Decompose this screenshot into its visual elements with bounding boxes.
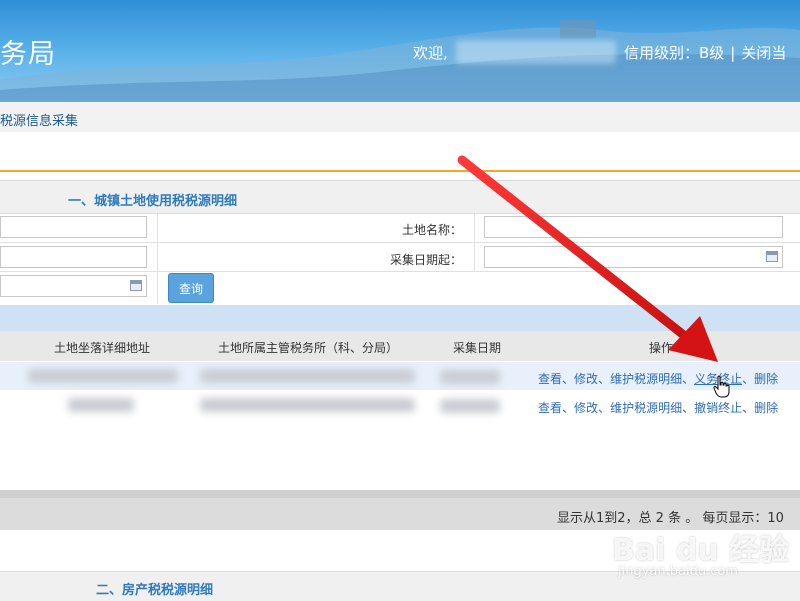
divider bbox=[0, 271, 800, 272]
site-title: 务局 bbox=[0, 39, 56, 70]
land-name-input[interactable] bbox=[484, 216, 783, 238]
maintain-detail-link[interactable]: 维护税源明细 bbox=[610, 401, 682, 415]
breadcrumb-bar: 税源信息采集 bbox=[0, 102, 800, 132]
divider bbox=[157, 212, 158, 304]
close-link[interactable]: 关闭当 bbox=[741, 44, 786, 62]
view-link[interactable]: 查看 bbox=[538, 401, 562, 415]
user-status: 信用级别：B级 | 关闭当 bbox=[624, 42, 786, 63]
collect-date-start-label: 采集日期起： bbox=[389, 253, 462, 267]
land-address-input[interactable] bbox=[0, 216, 147, 238]
redacted-cell bbox=[440, 399, 500, 413]
column-header-operations: 操作 bbox=[649, 341, 674, 355]
redacted-cell bbox=[68, 398, 134, 412]
section-title: 一、城镇土地使用税税源明细 bbox=[68, 194, 238, 209]
separator: 、 bbox=[562, 401, 575, 415]
redacted-cell bbox=[200, 369, 415, 383]
maintain-detail-link[interactable]: 维护税源明细 bbox=[610, 372, 682, 386]
delete-link[interactable]: 删除 bbox=[754, 401, 778, 415]
username-redacted bbox=[456, 40, 616, 64]
pagination-summary: 显示从1到2，总 2 条 。 每页显示：10 bbox=[557, 511, 784, 526]
delete-link[interactable]: 删除 bbox=[754, 372, 778, 386]
calendar-icon[interactable] bbox=[130, 280, 142, 291]
table-header: 土地坐落详细地址 土地所属主管税务所（科、分局） 采集日期 操作 bbox=[0, 331, 800, 361]
toolbar-strip bbox=[0, 305, 800, 331]
table-row[interactable]: 查看、修改、维护税源明细、撤销终止、删除 bbox=[0, 391, 800, 419]
separator: 、 bbox=[682, 401, 695, 415]
edit-link[interactable]: 修改 bbox=[574, 372, 598, 386]
section-header: 一、城镇土地使用税税源明细 bbox=[0, 181, 800, 214]
redacted-cell bbox=[440, 370, 500, 384]
credit-level: 信用级别：B级 bbox=[624, 44, 725, 62]
separator: 、 bbox=[562, 372, 575, 386]
row-actions: 查看、修改、维护税源明细、撤销终止、删除 bbox=[538, 399, 778, 416]
divider bbox=[0, 170, 800, 172]
horizontal-scrollbar[interactable] bbox=[0, 490, 800, 498]
column-header-tax-office: 土地所属主管税务所（科、分局） bbox=[218, 341, 399, 355]
land-id-input[interactable] bbox=[0, 246, 147, 268]
collect-date-end-input[interactable] bbox=[0, 275, 147, 297]
divider bbox=[0, 242, 800, 243]
watermark-logo: Bai du 经验 bbox=[612, 533, 790, 568]
column-header-address: 土地坐落详细地址 bbox=[54, 341, 151, 355]
section-title: 二、房产税税源明细 bbox=[96, 583, 214, 598]
separator: 、 bbox=[742, 372, 755, 386]
redacted-cell bbox=[28, 369, 178, 383]
calendar-icon[interactable] bbox=[766, 251, 778, 262]
edit-link[interactable]: 修改 bbox=[574, 401, 598, 415]
revoke-termination-link[interactable]: 撤销终止 bbox=[694, 401, 742, 415]
watermark-url: jingyan.baidu.com bbox=[618, 564, 738, 579]
land-name-label: 土地名称： bbox=[401, 223, 462, 237]
divider bbox=[474, 212, 475, 272]
breadcrumb[interactable]: 税源信息采集 bbox=[0, 110, 78, 129]
separator: 、 bbox=[598, 372, 611, 386]
redacted-cell bbox=[200, 398, 415, 412]
row-actions: 查看、修改、维护税源明细、义务终止、删除 bbox=[538, 370, 778, 387]
separator: 、 bbox=[742, 401, 755, 415]
view-link[interactable]: 查看 bbox=[538, 372, 562, 386]
collect-date-start-input[interactable] bbox=[484, 246, 783, 268]
separator: 、 bbox=[598, 401, 611, 415]
column-header-collect-date: 采集日期 bbox=[453, 341, 502, 355]
header-banner: 务局 欢迎, 信用级别：B级 | 关闭当 bbox=[0, 0, 800, 102]
table-row[interactable]: 查看、修改、维护税源明细、义务终止、删除 bbox=[0, 362, 800, 390]
hand-cursor-icon bbox=[713, 375, 730, 398]
separator: 、 bbox=[682, 372, 695, 386]
header-separator: | bbox=[730, 44, 736, 62]
welcome-text: 欢迎, bbox=[413, 44, 448, 62]
query-button[interactable]: 查询 bbox=[168, 273, 214, 303]
